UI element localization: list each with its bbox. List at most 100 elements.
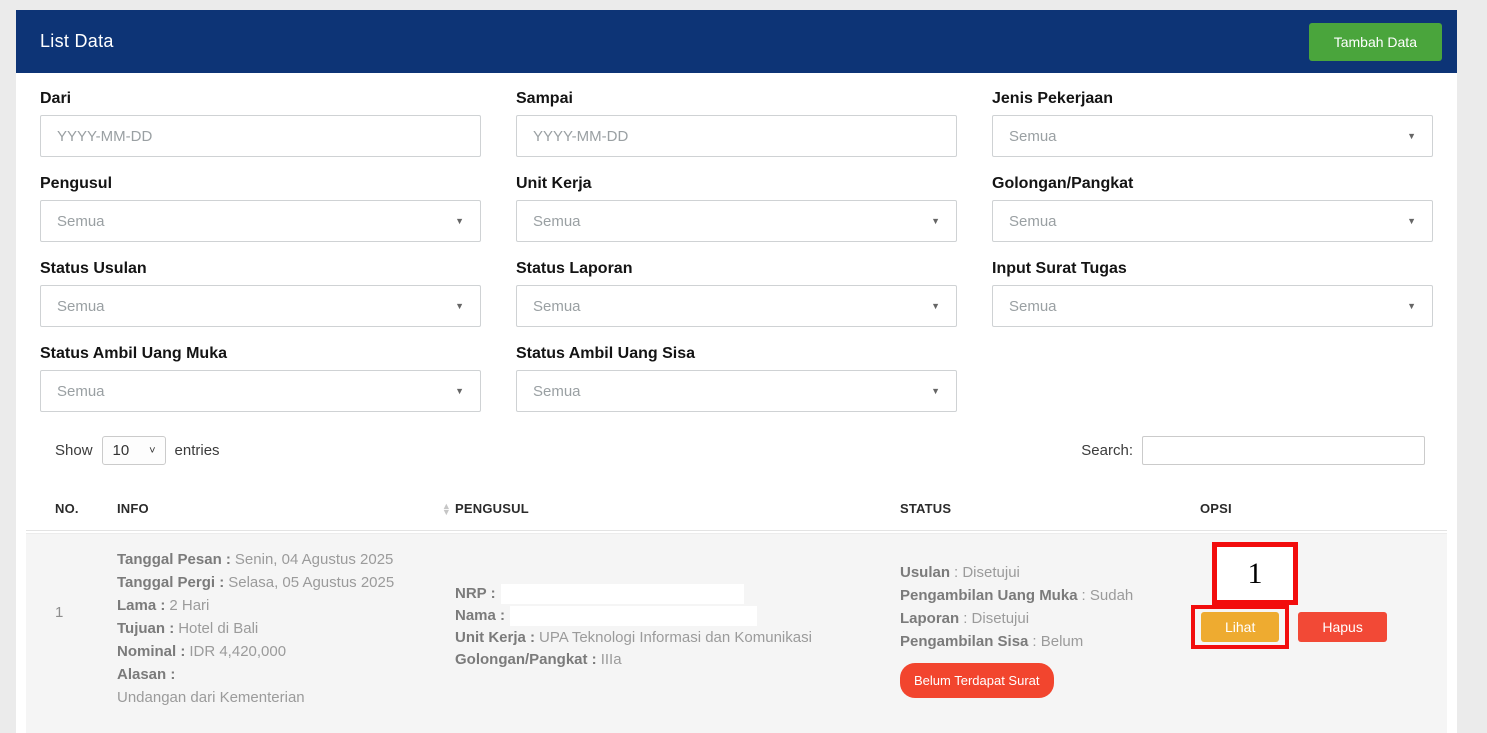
tambah-data-button[interactable]: Tambah Data	[1309, 23, 1442, 61]
status-ambil-uang-muka-select[interactable]: Semua ▼	[40, 370, 481, 412]
sampai-date-input[interactable]	[516, 115, 957, 157]
filter-field-status-usulan: Status Usulan Semua ▼	[40, 259, 481, 327]
field-label: Unit Kerja	[516, 174, 957, 193]
action-buttons: Lihat Hapus	[1191, 605, 1447, 649]
info-line-tujuan: Tujuan :Hotel di Bali	[117, 617, 455, 640]
selected-value: Semua	[533, 383, 581, 400]
filter-field-jenis-pekerjaan: Jenis Pekerjaan Semua ▼	[992, 89, 1433, 157]
field-label: Pengusul	[40, 174, 481, 193]
selected-value: Semua	[57, 383, 105, 400]
table-row: 1 Tanggal Pesan :Senin, 04 Agustus 2025 …	[26, 533, 1447, 733]
pengusul-line-nrp: NRP :	[455, 583, 900, 605]
filter-field-status-ambil-uang-sisa: Status Ambil Uang Sisa Semua ▼	[516, 344, 957, 412]
status-badge: Belum Terdapat Surat	[900, 663, 1054, 698]
field-label: Status Usulan	[40, 259, 481, 278]
list-data-card: List Data Tambah Data Dari Sampai Jenis …	[16, 10, 1457, 733]
status-ambil-uang-sisa-select[interactable]: Semua ▼	[516, 370, 957, 412]
search-control: Search:	[1081, 436, 1425, 465]
sort-icon[interactable]: ▲▼	[442, 503, 451, 515]
status-usulan-select[interactable]: Semua ▼	[40, 285, 481, 327]
chevron-down-icon: ▼	[455, 386, 464, 396]
search-input[interactable]	[1142, 436, 1425, 465]
chevron-down-icon: ▼	[1407, 301, 1416, 311]
annotation-mark-1: 1	[1212, 542, 1298, 605]
info-cell: Tanggal Pesan :Senin, 04 Agustus 2025 Ta…	[117, 534, 455, 719]
lihat-button[interactable]: Lihat	[1201, 612, 1279, 642]
field-label: Jenis Pekerjaan	[992, 89, 1433, 108]
chevron-down-icon: ▼	[1407, 216, 1416, 226]
page-size-select[interactable]: 10 ˅	[102, 436, 166, 465]
search-label: Search:	[1081, 442, 1133, 459]
entries-label: entries	[175, 442, 220, 459]
status-laporan-select[interactable]: Semua ▼	[516, 285, 957, 327]
dari-date-input[interactable]	[40, 115, 481, 157]
chevron-down-icon: ▼	[455, 301, 464, 311]
selected-value: Semua	[57, 213, 105, 230]
page-title: List Data	[40, 31, 114, 52]
column-header-status: STATUS	[900, 501, 1200, 516]
info-line-nominal: Nominal :IDR 4,420,000	[117, 640, 455, 663]
column-header-pengusul: PENGUSUL	[455, 501, 900, 516]
input-surat-tugas-select[interactable]: Semua ▼	[992, 285, 1433, 327]
chevron-down-icon: ▼	[1407, 131, 1416, 141]
status-cell: Usulan: Disetujui Pengambilan Uang Muka:…	[900, 534, 1200, 719]
selected-value: Semua	[57, 298, 105, 315]
status-line-usulan: Usulan: Disetujui	[900, 561, 1200, 584]
field-label: Status Ambil Uang Sisa	[516, 344, 957, 363]
pengusul-line-golongan: Golongan/Pangkat :IIIa	[455, 649, 900, 671]
redacted-nama-value	[510, 606, 757, 626]
opsi-cell: 1 Lihat Hapus	[1200, 534, 1447, 719]
chevron-down-icon: ▼	[931, 386, 940, 396]
field-label: Input Surat Tugas	[992, 259, 1433, 278]
selected-value: Semua	[533, 213, 581, 230]
column-header-info-label: INFO	[117, 501, 149, 516]
pengusul-cell: NRP : Nama : Unit Kerja :UPA Teknologi I…	[455, 534, 900, 719]
annotation-highlight-box: Lihat	[1191, 605, 1289, 649]
pengusul-line-nama: Nama :	[455, 605, 900, 627]
info-line-lama: Lama :2 Hari	[117, 594, 455, 617]
column-header-info[interactable]: INFO ▲▼	[117, 501, 455, 516]
table-controls: Show 10 ˅ entries Search:	[55, 436, 1425, 465]
filter-field-pengusul: Pengusul Semua ▼	[40, 174, 481, 242]
field-label: Sampai	[516, 89, 957, 108]
data-table: NO. INFO ▲▼ PENGUSUL STATUS OPSI 1 Tangg…	[26, 487, 1447, 733]
info-line-alasan: Alasan :	[117, 663, 455, 686]
hapus-button[interactable]: Hapus	[1298, 612, 1386, 642]
chevron-down-icon: ▼	[931, 216, 940, 226]
chevron-down-icon: ▼	[931, 301, 940, 311]
selected-value: Semua	[533, 298, 581, 315]
filter-field-status-laporan: Status Laporan Semua ▼	[516, 259, 957, 327]
status-line-uang-muka: Pengambilan Uang Muka: Sudah	[900, 584, 1200, 607]
row-number: 1	[26, 534, 117, 719]
column-header-opsi: OPSI	[1200, 501, 1447, 516]
filter-field-input-surat-tugas: Input Surat Tugas Semua ▼	[992, 259, 1433, 327]
field-label: Status Laporan	[516, 259, 957, 278]
filter-field-dari: Dari	[40, 89, 481, 157]
unit-kerja-select[interactable]: Semua ▼	[516, 200, 957, 242]
jenis-pekerjaan-select[interactable]: Semua ▼	[992, 115, 1433, 157]
pengusul-select[interactable]: Semua ▼	[40, 200, 481, 242]
filter-field-unit-kerja: Unit Kerja Semua ▼	[516, 174, 957, 242]
filter-grid: Dari Sampai Jenis Pekerjaan Semua ▼ Peng…	[16, 73, 1457, 412]
info-line-tanggal-pesan: Tanggal Pesan :Senin, 04 Agustus 2025	[117, 548, 455, 571]
field-label: Status Ambil Uang Muka	[40, 344, 481, 363]
golongan-pangkat-select[interactable]: Semua ▼	[992, 200, 1433, 242]
column-header-no: NO.	[26, 501, 117, 516]
filter-field-golongan-pangkat: Golongan/Pangkat Semua ▼	[992, 174, 1433, 242]
selected-value: Semua	[1009, 128, 1057, 145]
page-size-value: 10	[113, 442, 130, 459]
status-line-laporan: Laporan: Disetujui	[900, 607, 1200, 630]
field-label: Golongan/Pangkat	[992, 174, 1433, 193]
selected-value: Semua	[1009, 213, 1057, 230]
selected-value: Semua	[1009, 298, 1057, 315]
redacted-nrp-value	[501, 584, 744, 604]
filter-field-status-ambil-uang-muka: Status Ambil Uang Muka Semua ▼	[40, 344, 481, 412]
info-line-alasan-value: Undangan dari Kementerian	[117, 686, 455, 709]
status-line-pengambilan-sisa: Pengambilan Sisa: Belum	[900, 630, 1200, 653]
info-line-tanggal-pergi: Tanggal Pergi :Selasa, 05 Agustus 2025	[117, 571, 455, 594]
card-header: List Data Tambah Data	[16, 10, 1457, 73]
chevron-down-icon: ˅	[149, 445, 155, 457]
pengusul-line-unit-kerja: Unit Kerja :UPA Teknologi Informasi dan …	[455, 627, 900, 649]
show-label: Show	[55, 442, 93, 459]
chevron-down-icon: ▼	[455, 216, 464, 226]
